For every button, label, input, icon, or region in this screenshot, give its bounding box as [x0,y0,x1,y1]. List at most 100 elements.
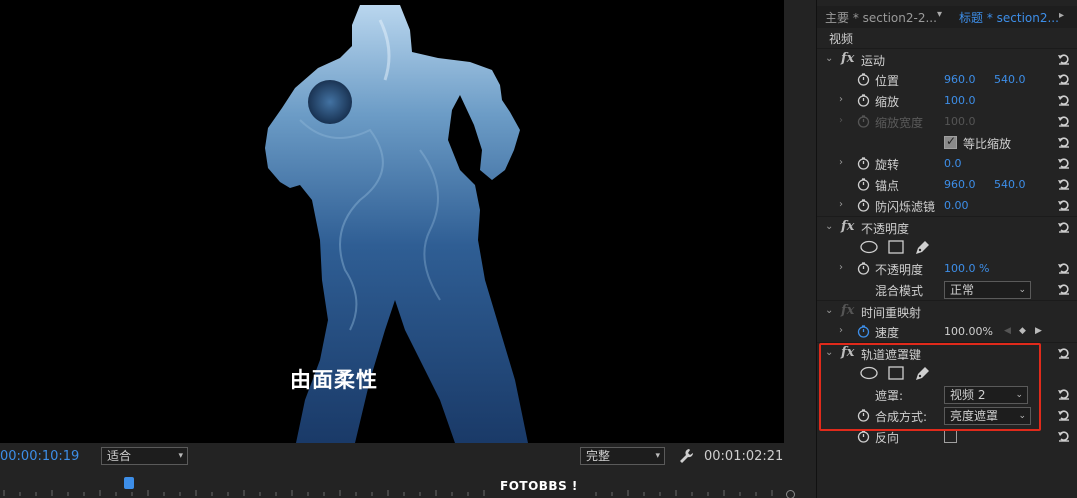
antiflicker-value[interactable]: 0.00 [944,199,969,212]
chevron-down-icon[interactable]: ⌄ [825,305,835,316]
rectangle-mask-icon[interactable] [888,240,904,254]
tab-sequence-clip[interactable]: 标题 * section2... [959,9,1059,26]
reset-icon[interactable] [1057,346,1071,360]
composite-mode-dropdown[interactable]: 亮度遮罩 ⌄ [944,407,1031,425]
chevron-right-icon[interactable]: › [839,325,849,336]
wrench-icon[interactable] [678,447,694,465]
fx-badge-icon[interactable]: fx [841,345,854,360]
zoom-scroll-handle[interactable] [786,490,795,498]
anchor-x-value[interactable]: 960.0 [944,178,976,191]
scale-value[interactable]: 100.0 [944,94,976,107]
next-keyframe-icon[interactable]: ▶ [1035,326,1042,336]
rotation-value[interactable]: 0.0 [944,157,962,170]
time-ruler[interactable]: FOTOBBS ! [0,474,812,498]
stopwatch-icon[interactable] [857,325,870,338]
watermark-text: FOTOBBS ! [500,479,578,493]
stopwatch-icon[interactable] [857,178,870,191]
previous-keyframe-icon[interactable]: ◀ [1004,326,1011,336]
blend-mode-dropdown[interactable]: 正常 ⌄ [944,281,1031,299]
reset-icon[interactable] [1057,114,1071,128]
reset-icon[interactable] [1057,408,1071,422]
matte-track-value: 视频 2 [950,388,986,402]
param-speed: › 速度 100.00% ◀ ◆ ▶ [817,321,1077,342]
reset-icon[interactable] [1057,177,1071,191]
pen-mask-icon[interactable] [914,240,930,256]
chevron-down-icon: ⌄ [1015,390,1023,400]
chevron-down-icon[interactable]: ⌄ [825,347,835,358]
stopwatch-icon[interactable] [857,409,870,422]
playhead-timecode[interactable]: 00:00:10:19 [0,449,79,464]
stopwatch-icon[interactable] [857,199,870,212]
chevron-down-icon[interactable]: ⌄ [825,53,835,64]
playback-resolution-dropdown[interactable]: 完整 ▾ [580,447,665,465]
position-y-value[interactable]: 540.0 [994,73,1026,86]
clip-selector-bar: 主要 * section2-2... ▾ 标题 * section2... ▸ [817,6,1077,28]
reset-icon[interactable] [1057,72,1071,86]
param-composite: 合成方式: 亮度遮罩 ⌄ [817,405,1077,426]
monitor-controls: 00:00:10:19 适合 ▾ 完整 ▾ 00:01:02:21 [0,444,812,470]
effect-title: 轨道遮罩键 [861,348,922,362]
chevron-down-icon[interactable]: ▾ [937,9,942,20]
playhead-handle[interactable] [124,477,134,489]
effect-time-remap[interactable]: ⌄ fx 时间重映射 [817,300,1077,321]
reset-icon[interactable] [1057,198,1071,212]
stopwatch-icon[interactable] [857,157,870,170]
stopwatch-icon[interactable] [857,262,870,275]
uniform-scale-checkbox[interactable] [944,134,957,149]
param-anchor: 锚点 960.0 540.0 [817,174,1077,195]
zoom-level-dropdown[interactable]: 适合 ▾ [101,447,188,465]
param-label: 位置 [875,74,900,88]
chevron-right-icon[interactable]: › [839,157,849,168]
reset-icon[interactable] [1057,387,1071,401]
reset-icon[interactable] [1057,220,1071,234]
param-matte: 遮罩: 视频 2 ⌄ [817,384,1077,405]
reset-icon[interactable] [1057,261,1071,275]
reset-icon[interactable] [1057,52,1071,66]
speed-value[interactable]: 100.00% [944,325,993,338]
reset-icon[interactable] [1057,135,1071,149]
playback-resolution-value: 完整 [586,449,611,463]
ellipse-mask-icon[interactable] [860,366,878,380]
reverse-checkbox[interactable] [944,430,957,443]
param-label: 速度 [875,326,900,340]
effect-track-matte-key[interactable]: ⌄ fx 轨道遮罩键 [817,342,1077,363]
pen-mask-icon[interactable] [914,366,930,382]
ellipse-mask-icon[interactable] [860,240,878,254]
effect-title: 不透明度 [861,222,910,236]
matte-track-dropdown[interactable]: 视频 2 ⌄ [944,386,1028,404]
video-caption-text: 由面柔性 [290,368,378,392]
rectangle-mask-icon[interactable] [888,366,904,380]
reset-icon[interactable] [1057,282,1071,296]
stopwatch-icon[interactable] [857,73,870,86]
position-x-value[interactable]: 960.0 [944,73,976,86]
video-preview[interactable]: 由面柔性 [0,0,784,443]
param-label: 不透明度 [875,263,924,277]
stopwatch-icon[interactable] [857,430,870,443]
fx-badge-icon[interactable]: fx [841,219,854,234]
tab-master-clip[interactable]: 主要 * section2-2... [825,9,937,26]
effect-title: 时间重映射 [861,306,922,320]
effect-motion[interactable]: ⌄ fx 运动 [817,48,1077,69]
effect-controls-panel: 主要 * section2-2... ▾ 标题 * section2... ▸ … [816,0,1077,498]
param-label: 遮罩: [875,389,904,403]
chevron-right-icon[interactable]: › [839,199,849,210]
param-label: 合成方式: [875,410,928,424]
fx-badge-icon[interactable]: fx [841,51,854,66]
chevron-right-icon[interactable]: › [839,94,849,105]
chevron-right-icon[interactable]: › [839,262,849,273]
opacity-value[interactable]: 100.0 % [944,262,989,275]
stopwatch-icon[interactable] [857,94,870,107]
program-monitor: 由面柔性 00:00:10:19 适合 ▾ 完整 ▾ 00:01:02:21 F… [0,0,812,498]
param-antiflicker: › 防闪烁滤镜 0.00 [817,195,1077,216]
chevron-right-icon[interactable]: ▸ [1059,10,1064,21]
reset-icon[interactable] [1057,156,1071,170]
track-matte-mask-tools [817,363,1077,384]
reset-icon[interactable] [1057,429,1071,443]
chevron-down-icon[interactable]: ⌄ [825,221,835,232]
anchor-y-value[interactable]: 540.0 [994,178,1026,191]
effect-opacity[interactable]: ⌄ fx 不透明度 [817,216,1077,237]
param-label: 缩放 [875,95,900,109]
add-keyframe-icon[interactable]: ◆ [1019,326,1026,336]
param-reverse: 反向 [817,426,1077,447]
reset-icon[interactable] [1057,93,1071,107]
